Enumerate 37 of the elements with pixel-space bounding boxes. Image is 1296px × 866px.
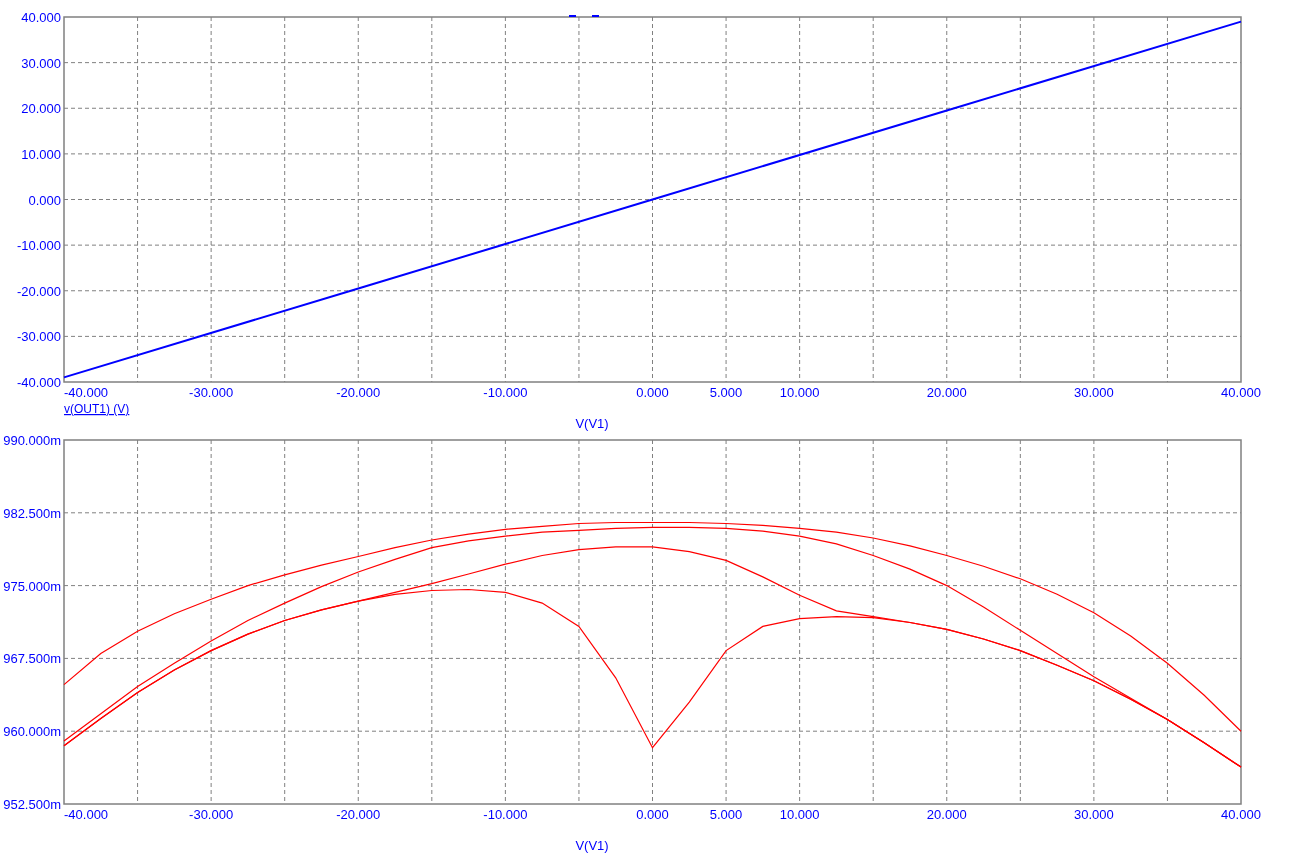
x-tick-label: 0.000 xyxy=(636,807,669,822)
y-tick-label: 20.000 xyxy=(21,101,61,117)
x-tick-label: -30.000 xyxy=(189,807,234,822)
x-tick-label: -20.000 xyxy=(336,385,381,400)
x-tick-label: 30.000 xyxy=(1074,385,1114,400)
y-tick-label: -30.000 xyxy=(16,329,61,345)
x-tick-label: 20.000 xyxy=(926,385,967,400)
x-tick-label: -40.000 xyxy=(64,385,109,400)
x-tick-label: -10.000 xyxy=(483,385,528,400)
x-tick-label: 40.000 xyxy=(1221,385,1261,400)
y-tick-label: 975.000m xyxy=(3,578,61,594)
y-tick-label: -40.000 xyxy=(16,375,61,390)
x-tick-label: 10.000 xyxy=(779,807,820,822)
x-tick-label: 5.000 xyxy=(709,807,743,822)
x-tick-label: 20.000 xyxy=(926,807,967,822)
y-tick-label: -20.000 xyxy=(16,283,61,299)
y-tick-label: 952.500m xyxy=(3,797,61,812)
y-tick-label: 0.000 xyxy=(28,192,61,208)
x-axis-title: V(V1) xyxy=(575,416,609,431)
x-tick-label: 0.000 xyxy=(636,385,669,400)
x-tick-label: 10.000 xyxy=(779,385,820,400)
y-tick-label: 40.000 xyxy=(21,10,61,25)
y-tick-label: 10.000 xyxy=(21,146,61,162)
x-tick-label: 5.000 xyxy=(709,385,743,400)
x-tick-label: 30.000 xyxy=(1074,807,1114,822)
y-tick-label: 990.000m xyxy=(3,433,61,448)
y-tick-label: 982.500m xyxy=(3,505,61,521)
x-tick-label: 40.000 xyxy=(1221,807,1261,822)
x-tick-label: -20.000 xyxy=(336,807,381,822)
x-tick-label: -40.000 xyxy=(64,807,109,822)
y-tick-label: 967.500m xyxy=(3,651,61,667)
x-tick-label: -10.000 xyxy=(483,807,528,822)
y-tick-label: -10.000 xyxy=(16,238,61,254)
x-tick-label: -30.000 xyxy=(189,385,234,400)
x-axis-title: V(V1) xyxy=(575,838,609,853)
y-tick-label: 30.000 xyxy=(21,55,61,71)
y-tick-label: 960.000m xyxy=(3,724,61,740)
